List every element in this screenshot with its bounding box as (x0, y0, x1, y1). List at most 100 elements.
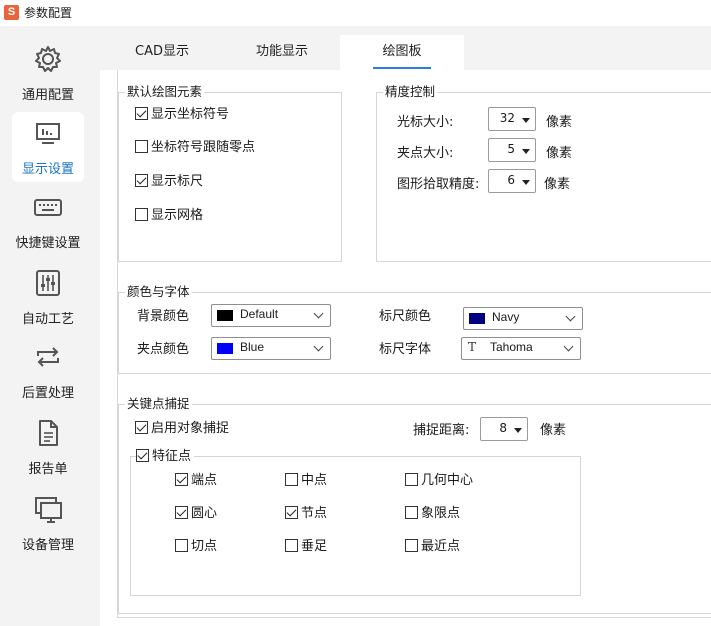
tangent-checkbox[interactable]: 切点 (175, 538, 217, 556)
show-ruler-checkbox[interactable]: 显示标尺 (135, 173, 203, 191)
grip-color-label: 夹点颜色 (137, 342, 190, 357)
precision-group: 精度控制 光标大小: 32 像素 夹点大小: 5 像素 图形拾取精度: 6 像素 (376, 84, 711, 262)
select-value: Navy (492, 310, 520, 324)
pick-precision-select[interactable]: 6 (488, 169, 536, 193)
checkbox-box[interactable] (135, 208, 148, 221)
snap-distance-label: 捕捉距离: (413, 423, 470, 438)
cursor-size-label: 光标大小: (397, 115, 454, 130)
quadrant-checkbox[interactable]: 象限点 (405, 505, 460, 523)
geometric-center-checkbox[interactable]: 几何中心 (405, 472, 473, 490)
checkbox-box[interactable] (285, 506, 298, 519)
gear-icon (35, 46, 61, 72)
sidebar-item-general[interactable]: 通用配置 (12, 38, 84, 108)
sidebar-item-report[interactable]: 报告单 (12, 412, 84, 482)
checkbox-label: 启用对象捕捉 (151, 421, 230, 436)
select-value: Default (240, 307, 279, 321)
snap-group: 关键点捕捉 启用对象捕捉 捕捉距离: 8 像素 特征点 端点 中点 几何中心 圆… (118, 396, 711, 614)
sidebar-item-label: 通用配置 (21, 88, 74, 103)
select-value: 8 (499, 421, 507, 435)
colors-fonts-group: 颜色与字体 背景颜色 Default 标尺颜色 Navy 夹点颜色 Blue 标… (118, 284, 711, 374)
checkbox-label: 端点 (191, 473, 218, 488)
group-title: 默认绘图元素 (125, 84, 205, 100)
ruler-font-label: 标尺字体 (379, 342, 432, 357)
window-title: 参数配置 (24, 6, 73, 20)
checkbox-box[interactable] (135, 107, 148, 120)
feature-points-checkbox[interactable]: 特征点 (136, 448, 195, 466)
color-swatch (217, 310, 233, 321)
sidebar-item-shortcuts[interactable]: 快捷键设置 (12, 186, 84, 256)
sidebar-item-label: 显示设置 (21, 162, 74, 177)
checkbox-box[interactable] (175, 539, 188, 552)
sidebar-item-display[interactable]: 显示设置 (12, 112, 84, 182)
display-chart-icon (36, 123, 60, 144)
loop-arrows-icon (37, 347, 59, 367)
select-value: Tahoma (490, 340, 533, 354)
checkbox-box[interactable] (405, 506, 418, 519)
background-color-select[interactable]: Default (211, 304, 331, 327)
sidebar-item-label: 后置处理 (21, 386, 74, 401)
select-value: Blue (240, 340, 265, 354)
enable-object-snap-checkbox[interactable]: 启用对象捕捉 (135, 420, 229, 438)
ruler-color-select[interactable]: Navy (463, 307, 583, 330)
ruler-font-select[interactable]: T Tahoma (461, 337, 581, 360)
grip-color-select[interactable]: Blue (211, 337, 331, 360)
center-checkbox[interactable]: 圆心 (175, 505, 217, 523)
color-swatch (217, 343, 233, 354)
checkbox-box[interactable] (285, 539, 298, 552)
tab-label: 绘图板 (382, 44, 422, 59)
keyboard-icon (34, 199, 62, 216)
checkbox-box[interactable] (135, 174, 148, 187)
node-checkbox[interactable]: 节点 (285, 505, 327, 523)
checkbox-label: 圆心 (191, 506, 218, 521)
background-color-label: 背景颜色 (137, 309, 190, 324)
panel-border (117, 617, 711, 618)
document-icon (39, 420, 58, 446)
show-grid-checkbox[interactable]: 显示网格 (135, 207, 203, 225)
sidebar-item-auto-process[interactable]: 自动工艺 (12, 262, 84, 332)
checkbox-box[interactable] (136, 449, 149, 462)
checkbox-box[interactable] (135, 421, 148, 434)
checkbox-label: 几何中心 (421, 473, 474, 488)
midpoint-checkbox[interactable]: 中点 (285, 472, 327, 490)
checkbox-box[interactable] (135, 140, 148, 153)
snap-distance-select[interactable]: 8 (480, 417, 528, 441)
checkbox-box[interactable] (175, 506, 188, 519)
sidebar-item-devices[interactable]: 设备管理 (12, 488, 84, 558)
group-title: 颜色与字体 (125, 284, 192, 300)
perpendicular-checkbox[interactable]: 垂足 (285, 538, 327, 556)
unit-label: 像素 (546, 115, 573, 130)
checkbox-label: 显示网格 (151, 208, 204, 223)
grip-size-select[interactable]: 5 (488, 138, 536, 162)
group-title: 关键点捕捉 (125, 396, 192, 412)
endpoint-checkbox[interactable]: 端点 (175, 472, 217, 490)
checkbox-label: 切点 (191, 539, 218, 554)
chevron-down-icon (565, 311, 576, 322)
tab-function-display[interactable]: 功能显示 (224, 35, 340, 70)
sidebar-item-post-process[interactable]: 后置处理 (12, 336, 84, 406)
cursor-size-select[interactable]: 32 (488, 107, 536, 131)
feature-points-group: 特征点 端点 中点 几何中心 圆心 节点 象限点 切点 垂足 最近点 (130, 448, 581, 596)
nearest-checkbox[interactable]: 最近点 (405, 538, 460, 556)
checkbox-box[interactable] (405, 473, 418, 486)
checkbox-box[interactable] (285, 473, 298, 486)
show-axis-symbol-checkbox[interactable]: 显示坐标符号 (135, 106, 229, 124)
checkbox-label: 最近点 (421, 539, 461, 554)
tab-label: CAD显示 (135, 44, 189, 59)
chevron-down-icon (563, 341, 574, 352)
tab-cad-display[interactable]: CAD显示 (100, 35, 224, 70)
unit-label: 像素 (540, 423, 567, 438)
checkbox-label: 坐标符号跟随零点 (151, 140, 256, 155)
sidebar-item-label: 自动工艺 (21, 312, 74, 327)
active-tab-indicator (373, 67, 431, 69)
sliders-icon (36, 270, 60, 296)
select-value: 6 (507, 173, 515, 187)
select-value: 32 (499, 111, 515, 125)
tab-drawing-board[interactable]: 绘图板 (340, 35, 464, 70)
checkbox-box[interactable] (405, 539, 418, 552)
color-swatch (469, 313, 485, 324)
checkbox-label: 特征点 (152, 449, 192, 464)
sidebar-item-label: 设备管理 (21, 538, 74, 553)
checkbox-box[interactable] (175, 473, 188, 486)
dropdown-arrow-icon (514, 428, 522, 433)
axis-follow-origin-checkbox[interactable]: 坐标符号跟随零点 (135, 139, 255, 157)
